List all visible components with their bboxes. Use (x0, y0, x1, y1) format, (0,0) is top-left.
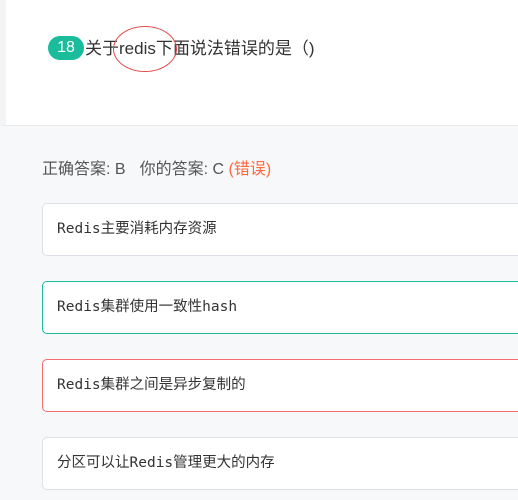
correct-answer-label: 正确答案: (42, 161, 111, 178)
result-status: (错误) (228, 161, 272, 178)
your-answer-value: C (212, 161, 225, 178)
correct-answer-value: B (114, 161, 126, 178)
option-b-correct[interactable]: Redis集群使用一致性hash (42, 281, 518, 334)
option-c-selected-wrong[interactable]: Redis集群之间是异步复制的 (42, 359, 518, 412)
red-circle-annotation (113, 26, 177, 72)
question-card: 18 关于redis下面说法错误的是（) (0, 0, 518, 126)
question-text-after: 下面说法错误的是（) (155, 39, 315, 58)
question-number-badge: 18 (48, 36, 84, 60)
your-answer-label: 你的答案: (139, 161, 209, 178)
answer-summary: 正确答案: B 你的答案: C (错误) (42, 155, 271, 179)
option-d[interactable]: 分区可以让Redis管理更大的内存 (42, 437, 518, 490)
option-a[interactable]: Redis主要消耗内存资源 (42, 203, 518, 256)
